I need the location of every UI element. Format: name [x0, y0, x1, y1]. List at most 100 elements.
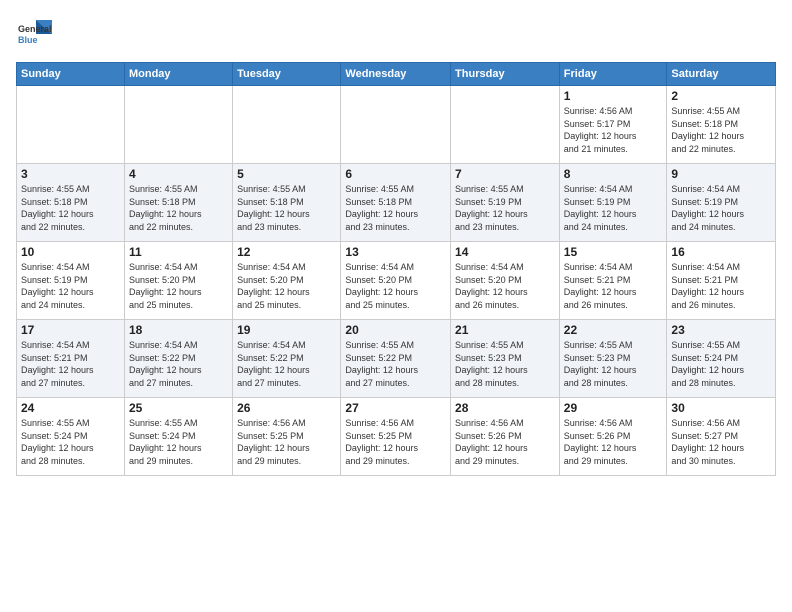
week-row-5: 24 Sunrise: 4:55 AM Sunset: 5:24 PM Dayli…: [17, 398, 776, 476]
week-row-2: 3 Sunrise: 4:55 AM Sunset: 5:18 PM Daylig…: [17, 164, 776, 242]
day-info: Sunrise: 4:55 AM Sunset: 5:24 PM Dayligh…: [671, 339, 771, 389]
day-number: 10: [21, 245, 120, 259]
day-info: Sunrise: 4:55 AM Sunset: 5:19 PM Dayligh…: [455, 183, 555, 233]
day-info: Sunrise: 4:54 AM Sunset: 5:21 PM Dayligh…: [21, 339, 120, 389]
day-info: Sunrise: 4:54 AM Sunset: 5:22 PM Dayligh…: [129, 339, 228, 389]
calendar-cell: 12Sunrise: 4:54 AM Sunset: 5:20 PM Dayli…: [233, 242, 341, 320]
day-info: Sunrise: 4:55 AM Sunset: 5:18 PM Dayligh…: [671, 105, 771, 155]
day-number: 11: [129, 245, 228, 259]
calendar-cell: 3 Sunrise: 4:55 AM Sunset: 5:18 PM Daylig…: [17, 164, 125, 242]
day-number: 15: [564, 245, 663, 259]
day-number: 27: [345, 401, 446, 415]
day-number: 22: [564, 323, 663, 337]
calendar-cell: 10 Sunrise: 4:54 AM Sunset: 5:19 PM Dayli…: [17, 242, 125, 320]
calendar-cell: 21 Sunrise: 4:55 AM Sunset: 5:23 PM Dayli…: [451, 320, 560, 398]
calendar-cell: 8Sunrise: 4:54 AM Sunset: 5:19 PM Daylig…: [559, 164, 667, 242]
weekday-header-saturday: Saturday: [667, 63, 776, 86]
day-number: 6: [345, 167, 446, 181]
calendar-cell: 24 Sunrise: 4:55 AM Sunset: 5:24 PM Dayli…: [17, 398, 125, 476]
day-number: 13: [345, 245, 446, 259]
calendar-cell: 26Sunrise: 4:56 AM Sunset: 5:25 PM Dayli…: [233, 398, 341, 476]
day-info: Sunrise: 4:56 AM Sunset: 5:26 PM Dayligh…: [455, 417, 555, 467]
day-number: 2: [671, 89, 771, 103]
weekday-header-wednesday: Wednesday: [341, 63, 451, 86]
calendar-cell: 17 Sunrise: 4:54 AM Sunset: 5:21 PM Dayli…: [17, 320, 125, 398]
day-info: Sunrise: 4:55 AM Sunset: 5:24 PM Dayligh…: [129, 417, 228, 467]
calendar-cell: [341, 86, 451, 164]
day-number: 1: [564, 89, 663, 103]
day-info: Sunrise: 4:54 AM Sunset: 5:20 PM Dayligh…: [345, 261, 446, 311]
day-number: 3: [21, 167, 120, 181]
day-info: Sunrise: 4:56 AM Sunset: 5:17 PM Dayligh…: [564, 105, 663, 155]
calendar-cell: 6 Sunrise: 4:55 AM Sunset: 5:18 PM Daylig…: [341, 164, 451, 242]
day-number: 19: [237, 323, 336, 337]
calendar-cell: 13 Sunrise: 4:54 AM Sunset: 5:20 PM Dayli…: [341, 242, 451, 320]
day-info: Sunrise: 4:54 AM Sunset: 5:20 PM Dayligh…: [455, 261, 555, 311]
day-number: 18: [129, 323, 228, 337]
header: General Blue: [16, 16, 776, 52]
day-number: 30: [671, 401, 771, 415]
week-row-4: 17 Sunrise: 4:54 AM Sunset: 5:21 PM Dayli…: [17, 320, 776, 398]
day-info: Sunrise: 4:54 AM Sunset: 5:20 PM Dayligh…: [129, 261, 228, 311]
day-info: Sunrise: 4:55 AM Sunset: 5:22 PM Dayligh…: [345, 339, 446, 389]
page: General Blue SundayMondayTuesdayWednesda…: [0, 0, 792, 612]
svg-text:Blue: Blue: [18, 35, 38, 45]
weekday-header-sunday: Sunday: [17, 63, 125, 86]
day-info: Sunrise: 4:55 AM Sunset: 5:23 PM Dayligh…: [455, 339, 555, 389]
day-number: 28: [455, 401, 555, 415]
calendar-cell: 20 Sunrise: 4:55 AM Sunset: 5:22 PM Dayli…: [341, 320, 451, 398]
day-number: 29: [564, 401, 663, 415]
day-number: 9: [671, 167, 771, 181]
day-info: Sunrise: 4:56 AM Sunset: 5:25 PM Dayligh…: [345, 417, 446, 467]
weekday-header-thursday: Thursday: [451, 63, 560, 86]
day-number: 7: [455, 167, 555, 181]
day-number: 5: [237, 167, 336, 181]
calendar-table: SundayMondayTuesdayWednesdayThursdayFrid…: [16, 62, 776, 476]
calendar-cell: 7 Sunrise: 4:55 AM Sunset: 5:19 PM Daylig…: [451, 164, 560, 242]
calendar-cell: 16 Sunrise: 4:54 AM Sunset: 5:21 PM Dayli…: [667, 242, 776, 320]
day-info: Sunrise: 4:56 AM Sunset: 5:27 PM Dayligh…: [671, 417, 771, 467]
calendar-cell: 4 Sunrise: 4:55 AM Sunset: 5:18 PM Daylig…: [124, 164, 232, 242]
svg-text:General: General: [18, 24, 52, 34]
day-info: Sunrise: 4:55 AM Sunset: 5:18 PM Dayligh…: [345, 183, 446, 233]
logo: General Blue: [16, 16, 56, 52]
calendar-cell: 25 Sunrise: 4:55 AM Sunset: 5:24 PM Dayli…: [124, 398, 232, 476]
day-info: Sunrise: 4:55 AM Sunset: 5:24 PM Dayligh…: [21, 417, 120, 467]
day-info: Sunrise: 4:54 AM Sunset: 5:19 PM Dayligh…: [21, 261, 120, 311]
calendar-cell: 27 Sunrise: 4:56 AM Sunset: 5:25 PM Dayli…: [341, 398, 451, 476]
day-info: Sunrise: 4:54 AM Sunset: 5:22 PM Dayligh…: [237, 339, 336, 389]
day-number: 25: [129, 401, 228, 415]
day-number: 16: [671, 245, 771, 259]
calendar-cell: [17, 86, 125, 164]
week-row-1: 1 Sunrise: 4:56 AM Sunset: 5:17 PM Daylig…: [17, 86, 776, 164]
calendar-cell: 2 Sunrise: 4:55 AM Sunset: 5:18 PM Daylig…: [667, 86, 776, 164]
calendar-cell: 11 Sunrise: 4:54 AM Sunset: 5:20 PM Dayli…: [124, 242, 232, 320]
calendar-cell: 14 Sunrise: 4:54 AM Sunset: 5:20 PM Dayli…: [451, 242, 560, 320]
day-info: Sunrise: 4:54 AM Sunset: 5:19 PM Dayligh…: [671, 183, 771, 233]
day-number: 17: [21, 323, 120, 337]
weekday-header-monday: Monday: [124, 63, 232, 86]
day-number: 20: [345, 323, 446, 337]
calendar-cell: 23Sunrise: 4:55 AM Sunset: 5:24 PM Dayli…: [667, 320, 776, 398]
day-info: Sunrise: 4:55 AM Sunset: 5:23 PM Dayligh…: [564, 339, 663, 389]
calendar-cell: 15Sunrise: 4:54 AM Sunset: 5:21 PM Dayli…: [559, 242, 667, 320]
day-info: Sunrise: 4:56 AM Sunset: 5:25 PM Dayligh…: [237, 417, 336, 467]
calendar-cell: 19 Sunrise: 4:54 AM Sunset: 5:22 PM Dayli…: [233, 320, 341, 398]
weekday-header-row: SundayMondayTuesdayWednesdayThursdayFrid…: [17, 63, 776, 86]
day-number: 21: [455, 323, 555, 337]
day-info: Sunrise: 4:55 AM Sunset: 5:18 PM Dayligh…: [129, 183, 228, 233]
weekday-header-friday: Friday: [559, 63, 667, 86]
calendar-cell: [124, 86, 232, 164]
calendar-cell: 9 Sunrise: 4:54 AM Sunset: 5:19 PM Daylig…: [667, 164, 776, 242]
day-info: Sunrise: 4:54 AM Sunset: 5:19 PM Dayligh…: [564, 183, 663, 233]
calendar-cell: 18 Sunrise: 4:54 AM Sunset: 5:22 PM Dayli…: [124, 320, 232, 398]
day-info: Sunrise: 4:55 AM Sunset: 5:18 PM Dayligh…: [21, 183, 120, 233]
day-info: Sunrise: 4:55 AM Sunset: 5:18 PM Dayligh…: [237, 183, 336, 233]
day-info: Sunrise: 4:54 AM Sunset: 5:21 PM Dayligh…: [671, 261, 771, 311]
day-number: 14: [455, 245, 555, 259]
day-number: 4: [129, 167, 228, 181]
day-number: 24: [21, 401, 120, 415]
calendar-cell: 5 Sunrise: 4:55 AM Sunset: 5:18 PM Daylig…: [233, 164, 341, 242]
day-number: 12: [237, 245, 336, 259]
weekday-header-tuesday: Tuesday: [233, 63, 341, 86]
